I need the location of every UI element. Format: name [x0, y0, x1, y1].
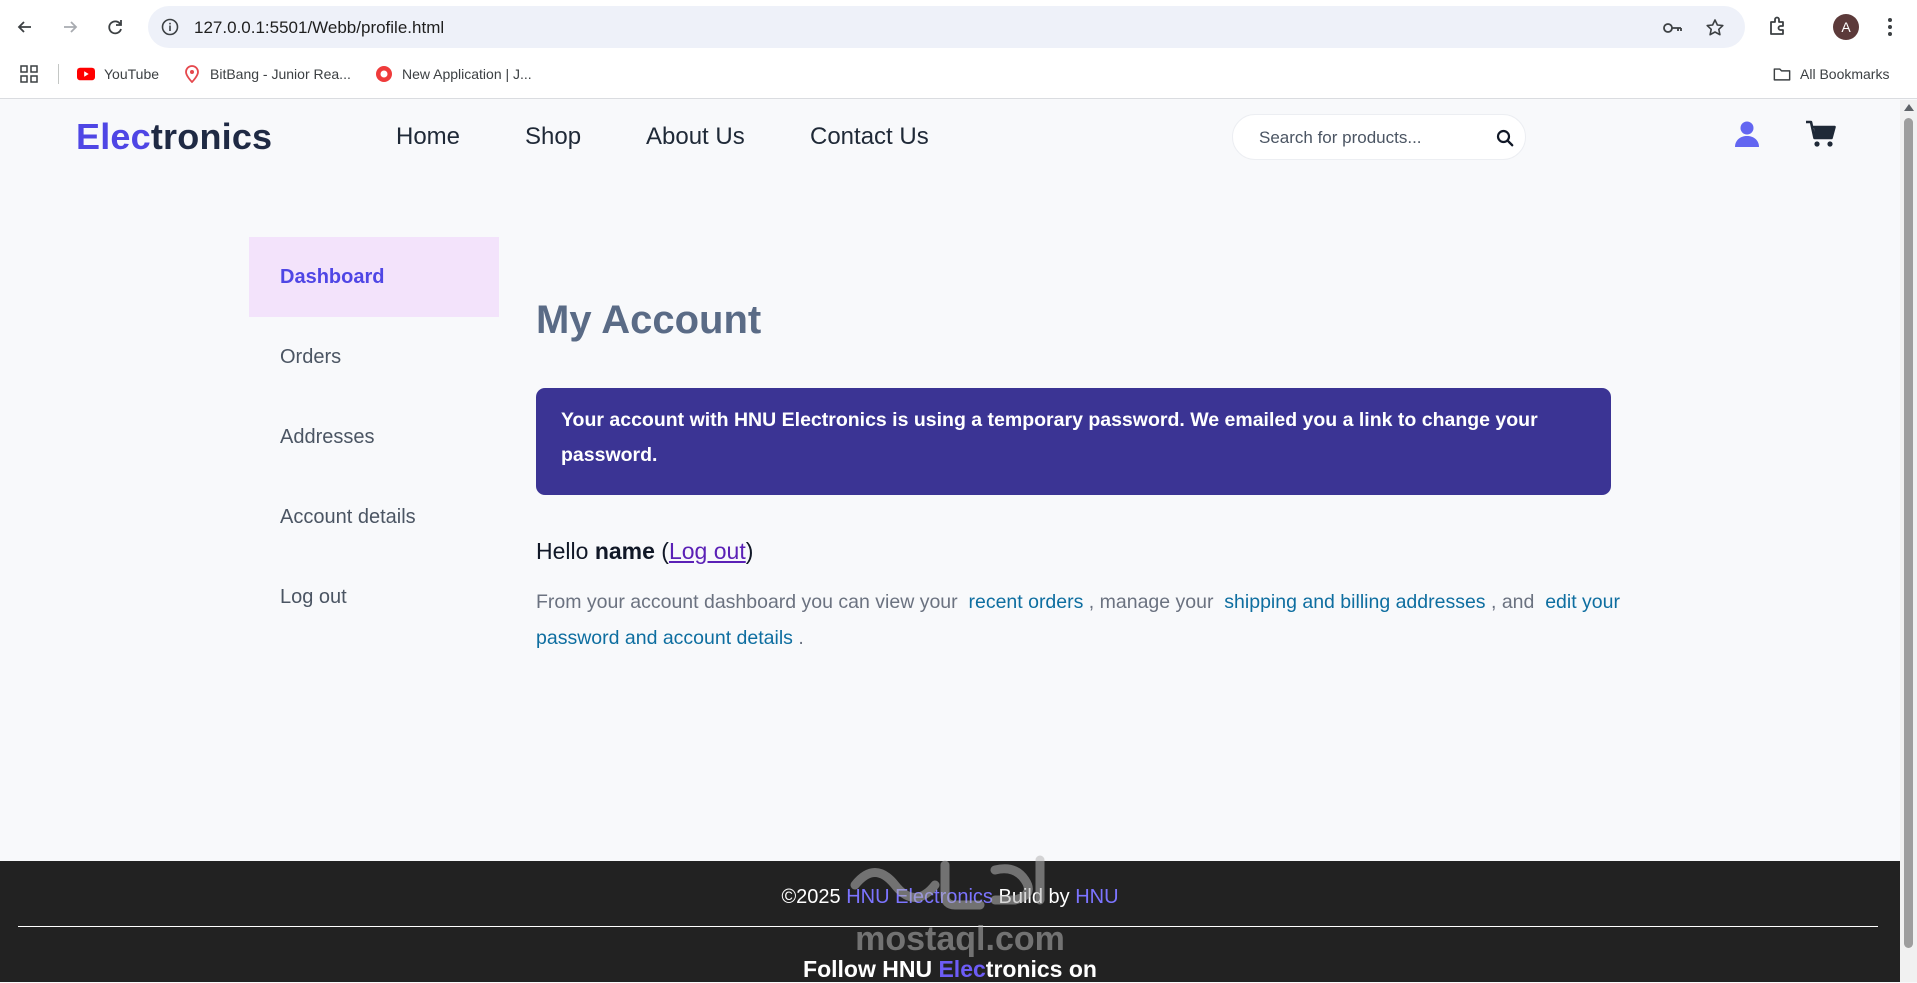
kebab-menu-icon	[1888, 18, 1892, 36]
arrow-left-icon	[17, 21, 31, 33]
browser-menu-button[interactable]	[1880, 14, 1900, 40]
back-button[interactable]	[10, 12, 40, 42]
location-pin-icon	[183, 65, 201, 83]
bookmarks-divider	[58, 64, 59, 84]
logout-link[interactable]: Log out	[669, 538, 746, 564]
temporary-password-notice: Your account with HNU Electronics is usi…	[536, 388, 1611, 495]
bookmark-label: YouTube	[104, 66, 160, 82]
follow-prefix: Follow HNU	[803, 956, 933, 982]
password-key-icon[interactable]	[1661, 17, 1683, 39]
site-footer: ©2025 HNU Electronics Build by HNU Follo…	[0, 861, 1900, 982]
folder-icon	[1773, 65, 1791, 83]
sidebar-item-log-out[interactable]: Log out	[249, 557, 499, 637]
sidebar-item-dashboard[interactable]: Dashboard	[249, 237, 499, 317]
logo-accent: Elec	[76, 116, 151, 157]
follow-suffix: tronics on	[985, 956, 1097, 982]
end-text: .	[798, 627, 804, 649]
copyright-line: ©2025 HNU Electronics Build by HNU	[0, 886, 1900, 909]
sidebar-item-addresses[interactable]: Addresses	[249, 397, 499, 477]
url-text[interactable]: 127.0.0.1:5501/Webb/profile.html	[194, 18, 444, 38]
address-bar[interactable]: 127.0.0.1:5501/Webb/profile.html	[148, 6, 1745, 48]
page-title: My Account	[536, 298, 762, 342]
user-account-icon[interactable]	[1734, 120, 1760, 148]
scrollbar-thumb[interactable]	[1904, 118, 1913, 948]
search-icon[interactable]	[1495, 128, 1515, 148]
record-icon	[375, 65, 393, 83]
reload-icon	[108, 20, 122, 35]
page-scrollbar[interactable]	[1900, 100, 1917, 982]
shopping-cart-icon[interactable]	[1805, 120, 1837, 148]
greeting: Hello name (Log out)	[536, 538, 754, 564]
footer-brand-link[interactable]: HNU Electronics	[846, 886, 993, 908]
bookmark-bitbang[interactable]: BitBang - Junior Rea...	[183, 63, 351, 85]
apps-grid-icon	[20, 65, 38, 83]
footer-author-link[interactable]: HNU	[1075, 886, 1118, 908]
footer-divider	[18, 926, 1878, 927]
search-input[interactable]	[1257, 127, 1477, 149]
built-by-text: Build by	[998, 886, 1070, 908]
browser-chrome: 127.0.0.1:5501/Webb/profile.html A YouTu…	[0, 0, 1917, 99]
site-header: Electronics Home Shop About Us Contact U…	[0, 100, 1900, 176]
profile-avatar[interactable]: A	[1833, 14, 1859, 40]
dashboard-intro: From your account dashboard you can view…	[536, 591, 958, 613]
logo-rest: tronics	[150, 116, 273, 157]
extensions-icon[interactable]	[1765, 14, 1791, 40]
all-bookmarks-button[interactable]: All Bookmarks	[1773, 63, 1889, 85]
bookmark-new-application[interactable]: New Application | J...	[375, 63, 532, 85]
follow-heading: Follow HNU Electronics on	[0, 956, 1900, 983]
follow-accent: Elec	[938, 956, 986, 982]
scroll-up-arrow-icon[interactable]	[1904, 104, 1914, 111]
nav-home[interactable]: Home	[396, 123, 460, 151]
user-name: name	[594, 538, 655, 564]
sidebar-item-orders[interactable]: Orders	[249, 317, 499, 397]
youtube-icon	[77, 65, 95, 83]
copyright-year: ©2025	[781, 886, 841, 908]
reload-button[interactable]	[100, 12, 130, 42]
forward-button[interactable]	[55, 12, 85, 42]
apps-button[interactable]	[20, 63, 38, 85]
site-logo[interactable]: Electronics	[76, 116, 272, 158]
nav-contact-us[interactable]: Contact Us	[810, 123, 929, 151]
bookmark-star-icon[interactable]	[1704, 17, 1726, 39]
site-info-icon[interactable]	[160, 17, 180, 37]
search-bar	[1232, 114, 1526, 160]
bookmark-label: New Application | J...	[402, 66, 532, 82]
recent-orders-link[interactable]: recent orders	[968, 591, 1083, 613]
dashboard-description: From your account dashboard you can view…	[536, 584, 1621, 656]
bookmark-youtube[interactable]: YouTube	[77, 63, 159, 85]
arrow-right-icon	[64, 21, 78, 33]
sidebar-item-account-details[interactable]: Account details	[249, 477, 499, 557]
bookmarks-bar: YouTube BitBang - Junior Rea... New Appl…	[0, 56, 1917, 90]
all-bookmarks-label: All Bookmarks	[1800, 66, 1890, 82]
manage-text: , manage your	[1088, 591, 1214, 613]
bookmark-label: BitBang - Junior Rea...	[210, 66, 351, 82]
nav-shop[interactable]: Shop	[525, 123, 581, 151]
addresses-link[interactable]: shipping and billing addresses	[1224, 591, 1485, 613]
account-sidebar: Dashboard Orders Addresses Account detai…	[249, 237, 499, 637]
nav-about-us[interactable]: About Us	[646, 123, 745, 151]
greeting-prefix: Hello	[536, 538, 589, 564]
and-text: , and	[1490, 591, 1535, 613]
